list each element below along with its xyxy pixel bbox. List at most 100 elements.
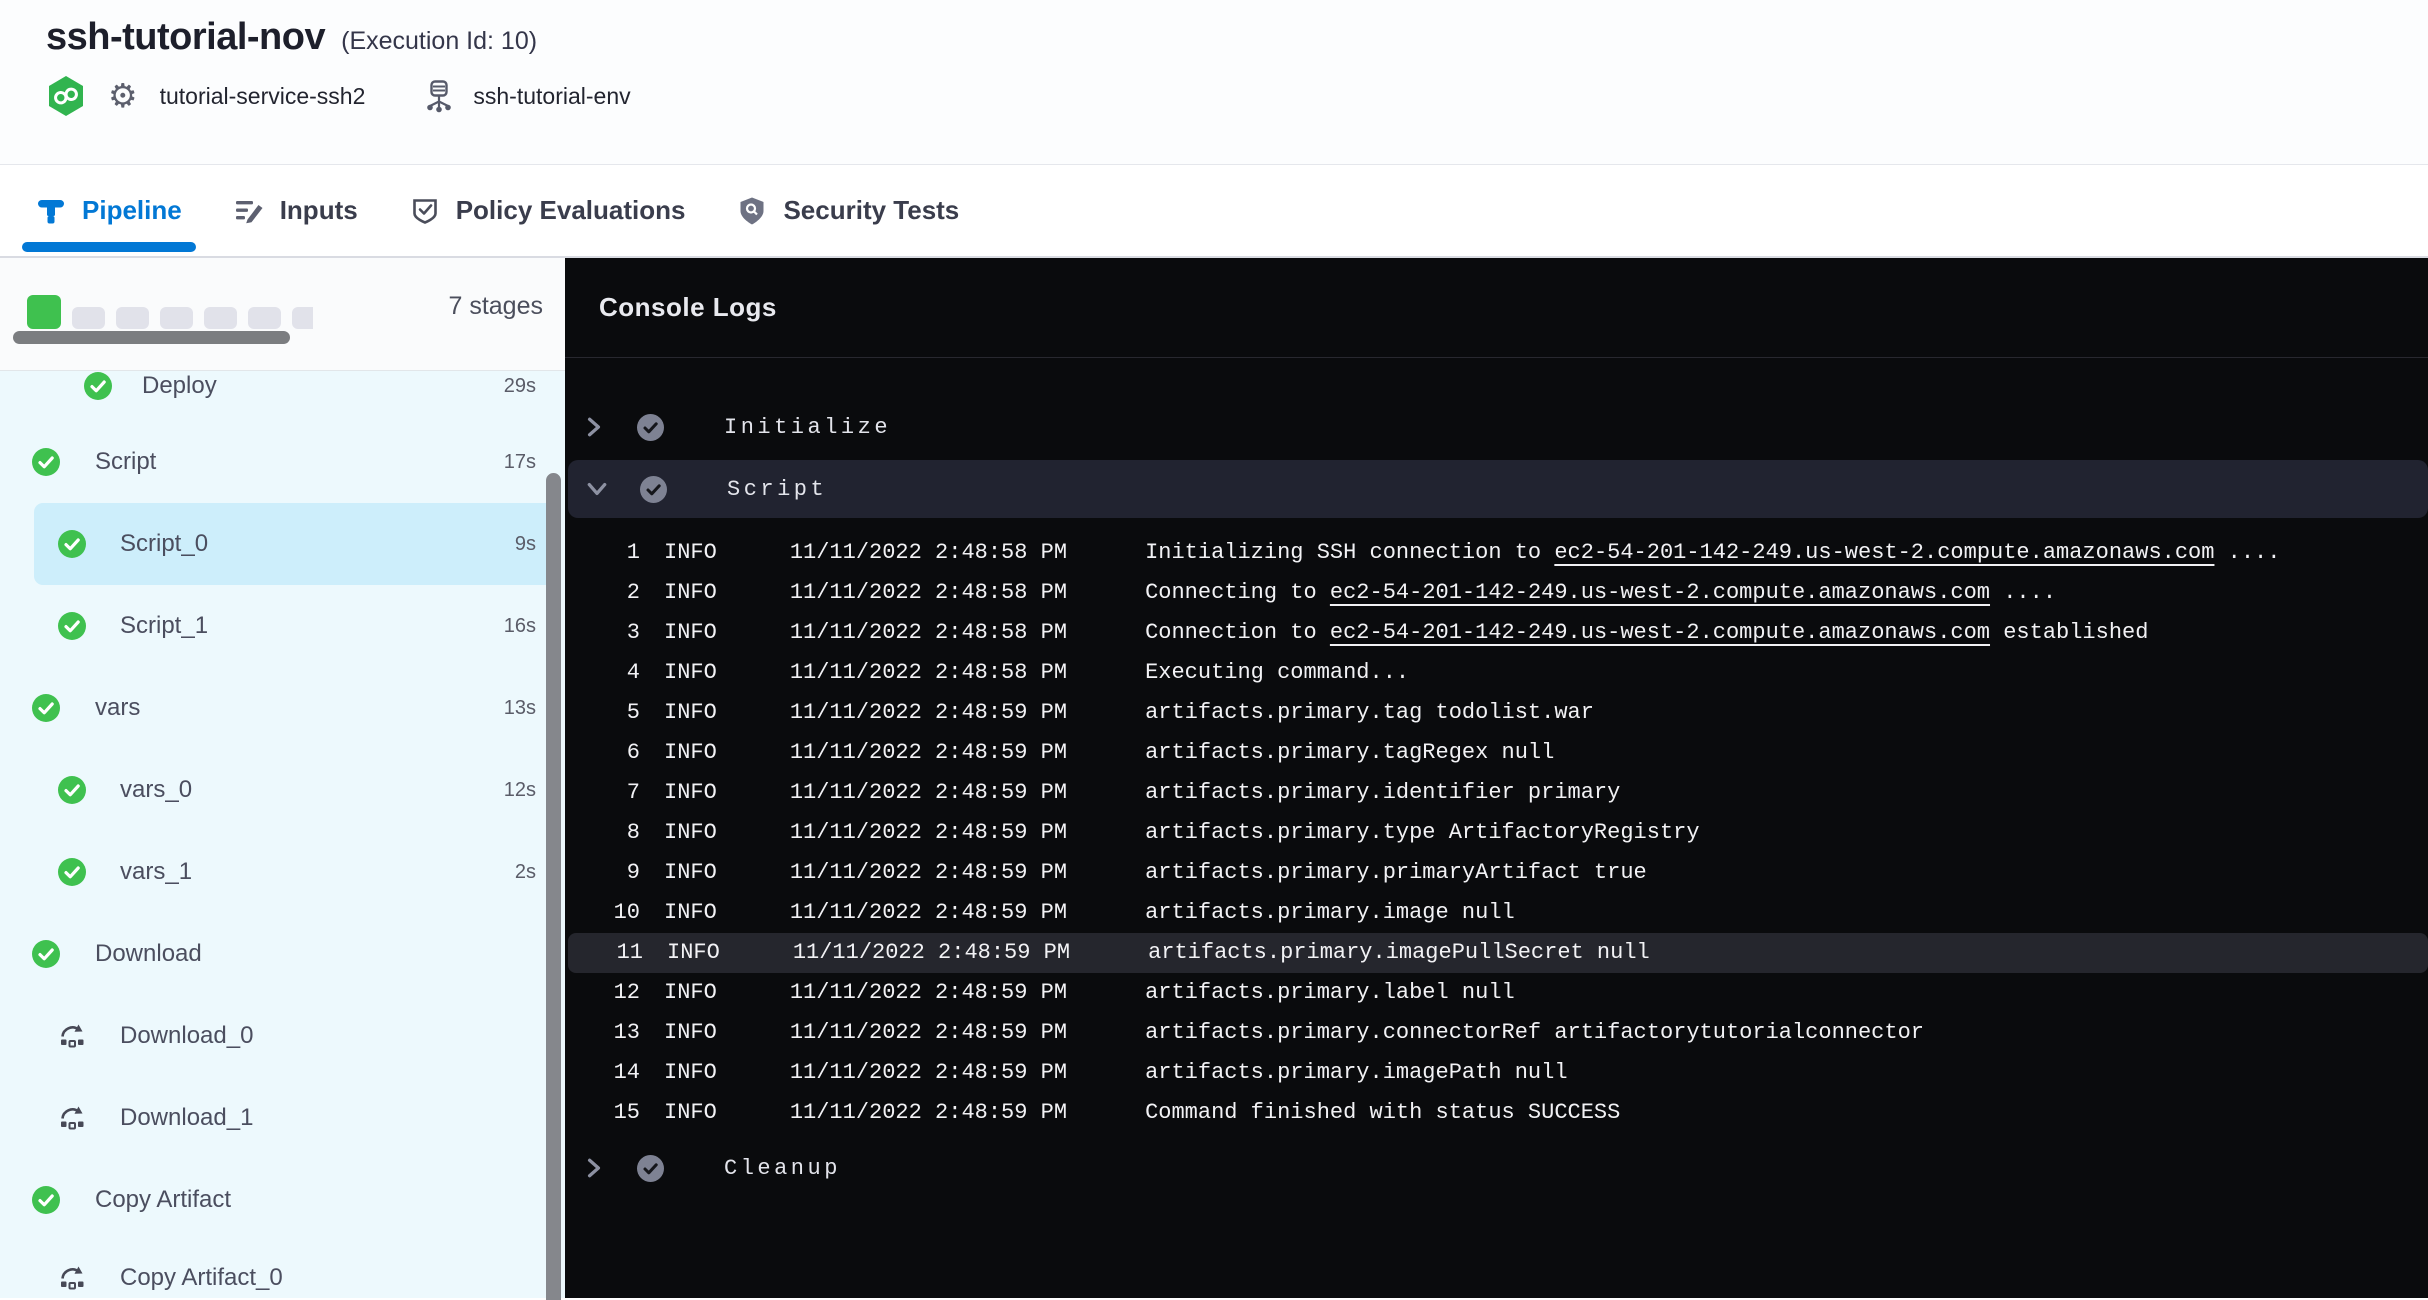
security-shield-search-icon: [737, 195, 769, 227]
log-line: 3 INFO 11/11/2022 2:48:58 PM Connection …: [565, 613, 2428, 653]
log-level: INFO: [664, 533, 717, 573]
stage-row-vars-1[interactable]: vars_1 2s: [0, 831, 565, 913]
tab-inputs-label: Inputs: [280, 195, 358, 226]
progress-segment: [292, 307, 313, 329]
stage-row-download-0[interactable]: Download_0: [0, 995, 565, 1077]
stage-sidebar: 7 stages Deploy 29s Script 17s Script_0 …: [0, 258, 565, 1298]
tab-bar: Pipeline Inputs Policy Evaluations: [0, 165, 2428, 258]
stage-row-download[interactable]: Download: [0, 913, 565, 995]
execution-id: (Execution Id: 10): [341, 27, 537, 56]
chevron-right-icon[interactable]: [583, 1157, 605, 1179]
console-title: Console Logs: [599, 292, 777, 323]
stage-row-script-1[interactable]: Script_1 16s: [0, 585, 565, 667]
log-level: INFO: [664, 1013, 717, 1053]
log-line-number: 4: [565, 653, 640, 693]
stage-label: vars: [95, 667, 140, 749]
section-script[interactable]: Script: [568, 460, 2428, 518]
success-check-icon: [32, 448, 60, 476]
log-timestamp: 11/11/2022 2:48:58 PM: [790, 653, 1067, 693]
log-level: INFO: [664, 973, 717, 1013]
log-line-number: 13: [565, 1013, 640, 1053]
stage-row-vars[interactable]: vars 13s: [0, 667, 565, 749]
environment-name[interactable]: ssh-tutorial-env: [473, 83, 630, 110]
stage-row-vars-0[interactable]: vars_0 12s: [0, 749, 565, 831]
stage-duration: 17s: [504, 421, 536, 503]
stage-row-download-1[interactable]: Download_1: [0, 1077, 565, 1159]
log-text: ....: [1990, 580, 2056, 605]
success-check-icon: [58, 612, 86, 640]
sidebar-vertical-scrollbar[interactable]: [546, 473, 561, 1300]
inputs-icon: [234, 195, 266, 227]
log-timestamp: 11/11/2022 2:48:59 PM: [790, 693, 1067, 733]
section-label: Initialize: [724, 415, 891, 440]
stage-label: vars_0: [120, 749, 192, 831]
stage-label: Copy Artifact: [95, 1159, 231, 1241]
step-success-icon: [640, 476, 667, 503]
meta-row: ⚙ tutorial-service-ssh2 ssh-tutorial-env: [46, 75, 2428, 117]
tab-inputs[interactable]: Inputs: [234, 165, 358, 256]
cd-module-icon: [46, 75, 86, 117]
section-initialize[interactable]: Initialize: [565, 398, 2428, 456]
log-line: 5 INFO 11/11/2022 2:48:59 PM artifacts.p…: [565, 693, 2428, 733]
stage-label: Download_0: [120, 995, 253, 1077]
log-link[interactable]: ec2-54-201-142-249.us-west-2.compute.ama…: [1554, 540, 2214, 565]
progress-segment: [72, 307, 105, 329]
log-line: 14 INFO 11/11/2022 2:48:59 PM artifacts.…: [565, 1053, 2428, 1093]
log-text: Connecting to: [1145, 580, 1330, 605]
log-line-number: 8: [565, 813, 640, 853]
tab-pipeline[interactable]: Pipeline: [36, 165, 182, 256]
stage-label: vars_1: [120, 831, 192, 913]
chevron-down-icon[interactable]: [586, 478, 608, 500]
log-text: Connection to: [1145, 620, 1330, 645]
section-cleanup[interactable]: Cleanup: [565, 1139, 2428, 1197]
sidebar-header: 7 stages: [0, 258, 565, 371]
section-label: Script: [727, 477, 827, 502]
stage-duration: 9s: [515, 503, 536, 585]
log-message: artifacts.primary.imagePath null: [1145, 1053, 1567, 1093]
log-message: Initializing SSH connection to ec2-54-20…: [1145, 533, 2280, 573]
rerun-step-icon: [58, 1264, 86, 1292]
stage-count-label: 7 stages: [448, 292, 543, 321]
log-level: INFO: [664, 1093, 717, 1133]
stage-row-script-0-selected[interactable]: Script_0 9s: [0, 503, 565, 585]
success-check-icon: [58, 858, 86, 886]
stage-row-copy-artifact-0[interactable]: Copy Artifact_0: [0, 1237, 565, 1298]
log-link[interactable]: ec2-54-201-142-249.us-west-2.compute.ama…: [1330, 620, 1990, 645]
log-line: 7 INFO 11/11/2022 2:48:59 PM artifacts.p…: [565, 773, 2428, 813]
stage-row-deploy[interactable]: Deploy 29s: [0, 371, 565, 427]
stage-row-script[interactable]: Script 17s: [0, 421, 565, 503]
tab-policy-evaluations[interactable]: Policy Evaluations: [410, 165, 686, 256]
log-link[interactable]: ec2-54-201-142-249.us-west-2.compute.ama…: [1330, 580, 1990, 605]
log-line-number: 14: [565, 1053, 640, 1093]
chevron-right-icon[interactable]: [583, 416, 605, 438]
tab-policy-label: Policy Evaluations: [456, 195, 686, 226]
log-line-number: 2: [565, 573, 640, 613]
log-line: 12 INFO 11/11/2022 2:48:59 PM artifacts.…: [565, 973, 2428, 1013]
log-level: INFO: [664, 893, 717, 933]
stage-row-copy-artifact[interactable]: Copy Artifact: [0, 1159, 565, 1241]
log-timestamp: 11/11/2022 2:48:58 PM: [790, 573, 1067, 613]
log-timestamp: 11/11/2022 2:48:58 PM: [790, 533, 1067, 573]
step-success-icon: [637, 1155, 664, 1182]
stage-label: Script_0: [120, 503, 208, 585]
log-level: INFO: [664, 613, 717, 653]
success-check-icon: [84, 372, 112, 400]
log-level: INFO: [664, 573, 717, 613]
section-label: Cleanup: [724, 1156, 841, 1181]
progress-horizontal-scrollbar[interactable]: [13, 331, 290, 344]
content: 7 stages Deploy 29s Script 17s Script_0 …: [0, 258, 2428, 1298]
log-message: Connection to ec2-54-201-142-249.us-west…: [1145, 613, 2148, 653]
stage-progress-bar: [27, 295, 313, 329]
log-line-number: 15: [565, 1093, 640, 1133]
log-line-number: 5: [565, 693, 640, 733]
stage-label: Copy Artifact_0: [120, 1237, 283, 1298]
stage-label: Script: [95, 421, 156, 503]
log-text: established: [1990, 620, 2148, 645]
service-name[interactable]: tutorial-service-ssh2: [160, 83, 366, 110]
log-line: 15 INFO 11/11/2022 2:48:59 PM Command fi…: [565, 1093, 2428, 1133]
log-line-number: 1: [565, 533, 640, 573]
log-timestamp: 11/11/2022 2:48:59 PM: [793, 933, 1070, 973]
tab-security-tests[interactable]: Security Tests: [737, 165, 959, 256]
log-message: artifacts.primary.primaryArtifact true: [1145, 853, 1647, 893]
log-timestamp: 11/11/2022 2:48:59 PM: [790, 733, 1067, 773]
